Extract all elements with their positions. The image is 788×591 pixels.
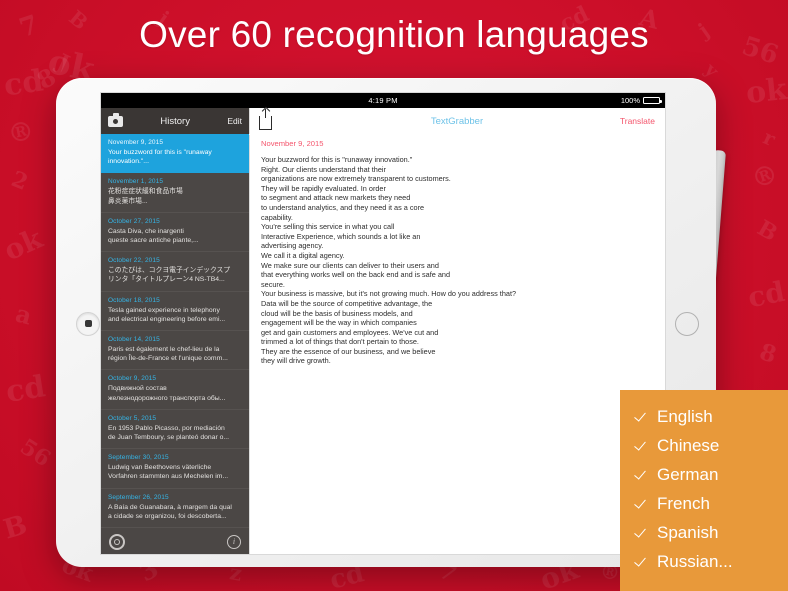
history-item-date: October 22, 2015 [108, 257, 160, 265]
check-icon [636, 440, 648, 452]
history-item-date: September 26, 2015 [108, 493, 169, 501]
history-item-snippet: Paris est également le chef-lieu de la r… [108, 346, 228, 363]
history-item-date: October 9, 2015 [108, 375, 157, 383]
language-row[interactable]: German [636, 460, 788, 489]
history-item[interactable]: October 18, 2015 Tesla gained experience … [101, 292, 249, 332]
share-icon[interactable] [259, 108, 272, 130]
history-item[interactable]: November 9, 2015 Your buzzword for this i… [101, 134, 249, 174]
check-icon [636, 498, 648, 510]
promo-background: 7 J cd ok 8 B ® 2 ok a cd 56 B ok 3 z cd… [0, 0, 788, 591]
info-icon[interactable]: i [227, 535, 241, 549]
history-item-snippet: Подвижной состав железнодорожного трансп… [108, 385, 226, 402]
bezel-circle [675, 311, 699, 336]
history-item-date: October 5, 2015 [108, 414, 157, 422]
ipad-device: 4:19 PM 100% History Edit November 9, 20… [56, 78, 716, 567]
pane-divider [249, 108, 250, 554]
history-item[interactable]: October 5, 2015 En 1953 Pablo Picasso, po… [101, 410, 249, 450]
history-item-snippet: 花粉症症状緩和食品市場 鼻炎薬市場... [108, 188, 183, 205]
check-icon [636, 411, 648, 423]
history-item-snippet: Casta Diva, che inargenti queste sacre a… [108, 227, 199, 245]
text-pane: TextGrabber Translate November 9, 2015 Y… [249, 108, 665, 554]
history-item-snippet: Your buzzword for this is "runaway innov… [108, 149, 212, 166]
history-item-snippet: このたびは、コクヨ電子インデックスプ リンタ「タイトルプレーン4 NS-TB4.… [108, 267, 231, 284]
history-item-date: September 30, 2015 [108, 454, 169, 462]
history-item[interactable]: October 27, 2015 Casta Diva, che inargent… [101, 213, 249, 253]
text-toolbar: TextGrabber Translate [249, 108, 665, 135]
history-item-date: October 27, 2015 [108, 217, 160, 225]
sidebar-title: History [160, 115, 190, 127]
languages-panel: English Chinese German French Spanish Russian… [620, 390, 788, 591]
history-item-snippet: En 1953 Pablo Picasso, por mediación de … [108, 424, 230, 442]
check-icon [636, 527, 648, 539]
history-item-date: November 1, 2015 [108, 178, 164, 186]
history-item-date: October 14, 2015 [108, 336, 160, 344]
status-battery: 100% [620, 96, 662, 105]
history-item-date: October 18, 2015 [108, 296, 160, 304]
status-time: 4:19 PM [368, 96, 398, 105]
history-item-date: November 9, 2015 [108, 139, 164, 146]
document-area[interactable]: November 9, 2015 Your buzzword for this … [249, 135, 665, 554]
device-screen: 4:19 PM 100% History Edit November 9, 20… [100, 92, 666, 555]
translate-button[interactable]: Translate [620, 116, 655, 126]
language-label: Russian... [657, 551, 733, 571]
history-item-snippet: A Baía de Guanabara, à margem da qual a … [108, 503, 232, 520]
document-date: November 9, 2015 [261, 139, 324, 148]
battery-icon [643, 97, 662, 104]
home-button[interactable] [76, 311, 100, 336]
app-body: History Edit November 9, 2015 Your buzzwo… [101, 108, 665, 554]
language-label: German [657, 464, 719, 484]
language-label: Spanish [657, 522, 719, 542]
language-label: Chinese [657, 435, 720, 455]
check-icon [636, 469, 648, 481]
check-icon [636, 556, 648, 568]
history-item[interactable]: October 14, 2015 Paris est également le c… [101, 331, 249, 371]
history-item[interactable]: October 22, 2015 このたびは、コクヨ電子インデックスプ リンタ「タ… [101, 252, 249, 292]
history-item-snippet: Ludwig van Beethovens väterliche Vorfahr… [108, 464, 229, 481]
language-row[interactable]: Spanish [636, 518, 788, 547]
sidebar-footer: i [101, 530, 249, 554]
language-row[interactable]: French [636, 489, 788, 518]
language-row[interactable]: Chinese [636, 431, 788, 460]
sidebar-header: History Edit [101, 108, 249, 134]
gear-icon[interactable] [109, 534, 125, 550]
camera-icon[interactable] [108, 113, 123, 127]
language-row[interactable]: Russian... [636, 547, 788, 576]
page-title: Over 60 recognition languages [139, 14, 649, 55]
history-item[interactable]: October 9, 2015 Подвижной состав железнод… [101, 370, 249, 410]
status-bar: 4:19 PM 100% [101, 93, 665, 108]
language-label: English [657, 406, 713, 426]
language-label: French [657, 493, 710, 513]
history-list[interactable]: November 9, 2015 Your buzzword for this i… [101, 134, 249, 530]
app-name-label: TextGrabber [430, 115, 484, 127]
language-row[interactable]: English [636, 402, 788, 431]
history-item[interactable]: September 26, 2015 A Baía de Guanabara, à… [101, 489, 249, 529]
edit-button[interactable]: Edit [227, 116, 242, 126]
history-sidebar: History Edit November 9, 2015 Your buzzwo… [101, 108, 249, 554]
document-body: Your buzzword for this is "runaway innov… [261, 155, 517, 366]
history-item-snippet: Tesla gained experience in telephony and… [108, 306, 226, 323]
history-item[interactable]: November 1, 2015 花粉症症状緩和食品市場 鼻炎薬市場... [101, 173, 249, 213]
history-item[interactable]: September 30, 2015 Ludwig van Beethovens … [101, 449, 249, 489]
battery-percent-label: 100% [620, 96, 640, 105]
